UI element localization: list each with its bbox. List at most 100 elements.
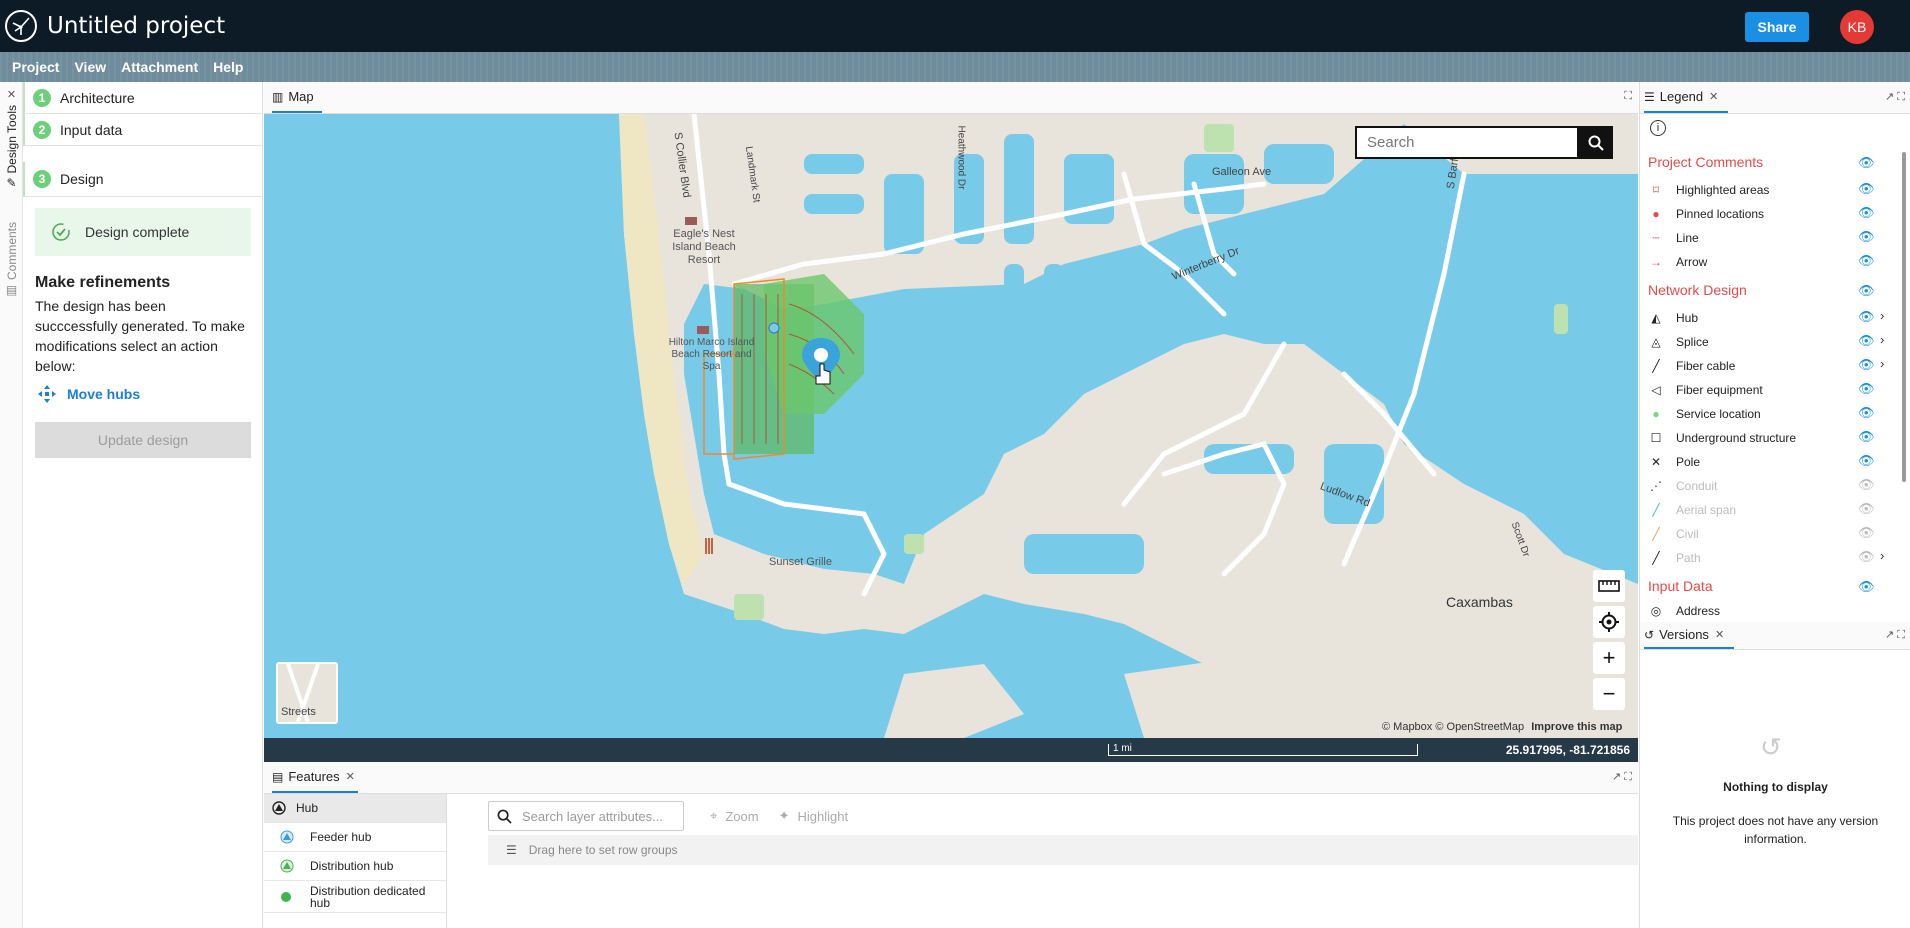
legend-item-label: Aerial span — [1676, 503, 1737, 517]
features-toolbar: Search layer attributes... ⌖ Zoom ✦ Highli… — [488, 800, 1638, 832]
tab-features[interactable]: ▤ Features ✕ — [272, 762, 358, 793]
close-icon[interactable]: ✕ — [1709, 90, 1718, 103]
legend-item-label: Path — [1676, 551, 1701, 565]
fiber-equipment-icon: ◁ — [1651, 383, 1661, 397]
check-circle-icon — [52, 223, 70, 241]
eye-icon[interactable]: 👁 — [1858, 181, 1875, 197]
chevron-right-icon[interactable]: › — [1880, 548, 1884, 563]
tab-comments[interactable]: Comments ▤ — [0, 222, 23, 297]
legend-category-network-design[interactable]: Network Design — [1648, 282, 1747, 298]
legend-panel-header: ☰ Legend ✕ ↗ ⛶ — [1640, 82, 1910, 114]
eye-icon[interactable]: 👁 — [1858, 283, 1875, 299]
close-icon[interactable]: ✕ — [346, 770, 355, 783]
eye-hidden-icon[interactable]: 👁 — [1858, 477, 1875, 493]
eye-hidden-icon[interactable]: 👁 — [1858, 525, 1875, 541]
move-hubs-button[interactable]: Move hubs — [37, 384, 140, 404]
tab-versions[interactable]: ↺ Versions ✕ — [1644, 622, 1734, 649]
zoom-button[interactable]: ⌖ Zoom — [710, 808, 759, 824]
basemap-switcher[interactable]: Streets — [276, 662, 338, 724]
user-avatar[interactable]: KB — [1840, 10, 1874, 44]
map-status-bar: 1 mi 25.917995, -81.721856 — [264, 738, 1638, 762]
eye-icon[interactable]: 👁 — [1858, 381, 1875, 397]
popout-icon[interactable]: ↗ ⛶ — [1612, 770, 1632, 784]
legend-category-project-comments[interactable]: Project Comments — [1648, 154, 1763, 170]
refine-title: Make refinements — [35, 274, 171, 291]
eye-icon[interactable]: 👁 — [1858, 253, 1875, 269]
close-icon[interactable]: ✕ — [7, 88, 16, 101]
list-item-feeder-hub[interactable]: Feeder hub — [264, 823, 446, 852]
map-canvas[interactable]: S Collier Blvd Landmark St Heathwood Dr … — [264, 114, 1638, 738]
menu-project[interactable]: Project — [12, 59, 59, 75]
menu-view[interactable]: View — [74, 59, 106, 75]
tab-map[interactable]: ▥ Map — [272, 82, 322, 113]
eye-icon[interactable]: 👁 — [1858, 405, 1875, 421]
ruler-button[interactable] — [1593, 570, 1625, 602]
refine-description: The design has been succcessfully genera… — [35, 298, 245, 374]
step-input-data[interactable]: 2 Input data — [23, 114, 263, 146]
design-complete-banner: Design complete — [35, 208, 251, 256]
info-icon[interactable]: i — [1650, 120, 1666, 136]
update-design-button[interactable]: Update design — [35, 422, 251, 458]
arrow-icon: → — [1650, 255, 1662, 269]
search-placeholder: Search layer attributes... — [522, 808, 663, 824]
service-location-icon: ● — [1652, 407, 1660, 421]
eye-icon[interactable]: 👁 — [1858, 357, 1875, 373]
legend-item-label: Fiber equipment — [1676, 383, 1763, 397]
project-title[interactable]: Untitled project — [47, 13, 225, 39]
tab-design-tools[interactable]: ✕ Design Tools ✎ — [0, 88, 23, 190]
legend-item-label: Civil — [1676, 527, 1699, 541]
eye-hidden-icon[interactable]: 👁 — [1858, 501, 1875, 517]
eye-hidden-icon[interactable]: 👁 — [1858, 549, 1875, 565]
street-label: Heathwood Dr — [955, 125, 967, 190]
share-button[interactable]: Share — [1745, 12, 1809, 42]
popout-icon[interactable]: ↗ ⛶ — [1885, 628, 1905, 642]
map-panel-header: ▥ Map ⛶ — [264, 82, 1638, 114]
improve-map-link[interactable]: Improve this map — [1531, 721, 1622, 733]
eye-icon[interactable]: 👁 — [1858, 333, 1875, 349]
zoom-out-button[interactable]: − — [1593, 678, 1625, 710]
place-label: Caxambas — [1446, 594, 1513, 610]
eye-icon[interactable]: 👁 — [1858, 155, 1875, 171]
eye-icon[interactable]: 👁 — [1858, 229, 1875, 245]
menu-attachment[interactable]: Attachment — [121, 59, 198, 75]
map-search-input[interactable]: Search — [1355, 126, 1579, 159]
eye-icon[interactable]: 👁 — [1858, 205, 1875, 221]
chevron-right-icon[interactable]: › — [1880, 356, 1884, 371]
top-bar: Untitled project Share KB — [0, 0, 1910, 52]
step-architecture[interactable]: 1 Architecture — [23, 82, 263, 114]
chevron-right-icon[interactable]: › — [1880, 332, 1884, 347]
eye-icon[interactable]: 👁 — [1858, 429, 1875, 445]
row-group-drop-zone[interactable]: ☰ Drag here to set row groups — [488, 835, 1638, 865]
list-icon: ☰ — [1644, 89, 1655, 104]
close-icon[interactable]: ✕ — [1715, 628, 1724, 641]
legend-item-label: Hub — [1676, 311, 1699, 325]
popout-icon[interactable]: ↗ ⛶ — [1885, 90, 1905, 104]
zoom-in-button[interactable]: + — [1593, 642, 1625, 674]
list-item-distribution-hub[interactable]: Distribution hub — [264, 852, 446, 881]
tab-legend[interactable]: ☰ Legend ✕ — [1644, 82, 1728, 113]
target-icon: ⌖ — [710, 808, 718, 823]
pin-icon: ● — [1652, 207, 1660, 221]
legend-category-input-data[interactable]: Input Data — [1648, 578, 1713, 594]
highlight-button[interactable]: ✦ Highlight — [779, 808, 849, 824]
attribution-text[interactable]: © Mapbox © OpenStreetMap — [1382, 721, 1524, 733]
move-icon — [38, 385, 56, 403]
step-design[interactable]: 3 Design — [23, 162, 263, 197]
eye-icon[interactable]: 👁 — [1858, 453, 1875, 469]
chevron-right-icon[interactable]: › — [1880, 308, 1884, 323]
locate-button[interactable] — [1593, 606, 1625, 638]
row-group-icon: ☰ — [506, 843, 517, 857]
list-item-hub[interactable]: Hub — [264, 794, 446, 823]
empty-state-description: This project does not have any version i… — [1672, 814, 1879, 846]
map-search-button[interactable] — [1579, 126, 1613, 159]
maximize-icon[interactable]: ⛶ — [1624, 90, 1632, 103]
eye-icon[interactable]: 👁 — [1858, 579, 1875, 595]
layer-attribute-search[interactable]: Search layer attributes... — [488, 801, 684, 831]
menu-help[interactable]: Help — [213, 59, 243, 75]
list-item-distribution-dedicated-hub[interactable]: Distribution dedicated hub — [264, 881, 446, 913]
eye-icon[interactable]: 👁 — [1858, 309, 1875, 325]
bulb-icon: ✦ — [778, 808, 790, 823]
history-icon: ↺ — [1760, 732, 1782, 762]
legend-scrollbar[interactable] — [1902, 152, 1906, 482]
app-logo-icon[interactable] — [5, 10, 37, 42]
